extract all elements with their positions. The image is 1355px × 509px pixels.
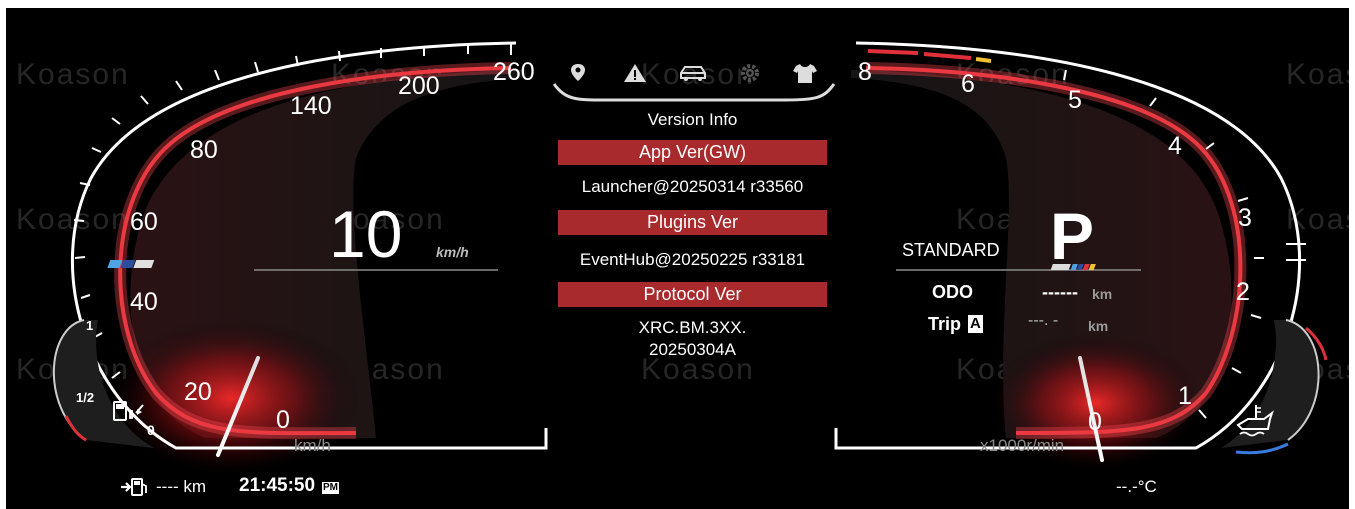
tab-navigation[interactable] [563,60,593,86]
rpm-tick-4: 4 [1168,132,1182,160]
clock-ampm: PM [322,482,339,494]
trip-badge: A [968,315,983,333]
rpm-tick-8: 8 [858,58,872,86]
car-icon [680,66,706,81]
speed-scale-unit: km/h [294,436,331,455]
trip-unit: km [1088,318,1109,334]
speed-readout-unit: km/h [436,244,469,260]
plugins-ver-button[interactable]: Plugins Ver [558,210,827,235]
fuel-empty-label: 0 [147,422,155,438]
fuel-range-icon [121,478,147,496]
protocol-ver-value-line1: XRC.BM.3XX. [638,318,747,337]
fuel-full-label: 1 [86,318,94,333]
version-info-title: Version Info [647,110,738,129]
fuel-range: ---- km [156,477,207,496]
protocol-ver-value-line2: 20250304A [649,340,736,359]
tab-settings[interactable] [735,60,765,86]
trip-label: Trip [928,314,962,334]
trip-value: ---. - [1028,312,1059,329]
tab-personal[interactable] [790,60,820,86]
app-ver-value: Launcher@20250314 r33560 [581,177,804,196]
speed-tick-0: 0 [276,406,290,434]
speed-tick-20: 20 [184,378,212,406]
rpm-tick-0: 0 [1088,408,1102,436]
rpm-unit: x1000r/min [980,436,1065,455]
rpm-tick-3: 3 [1238,204,1252,232]
warning-icon [624,64,646,82]
odo-value: ------ [1042,282,1078,302]
instrument-cluster: Koason Koason Koason Koason Koason Koaso… [6,8,1349,509]
tacho-redline [867,49,992,63]
odo-unit: km [1092,286,1113,302]
speed-tick-40: 40 [130,288,158,316]
protocol-ver-button[interactable]: Protocol Ver [558,282,827,307]
fuel-half-label: 1/2 [76,390,95,405]
speed-tick-140: 140 [290,92,332,120]
oil-temperature-icon [1236,405,1274,437]
shirt-icon [793,64,817,83]
plugins-ver-value: EventHub@20250225 r33181 [579,250,806,269]
m-logo [107,260,155,268]
tab-warnings[interactable] [620,60,650,86]
rpm-tick-2: 2 [1236,278,1250,306]
speed-tick-60: 60 [130,208,158,236]
rpm-tick-5: 5 [1068,86,1082,114]
rpm-tick-1: 1 [1178,382,1192,410]
tab-vehicle[interactable] [678,60,708,86]
odo-label: ODO [932,282,974,302]
speed-readout: 10 [329,197,403,271]
rpm-tick-6: 6 [961,70,975,98]
location-pin-icon [571,64,585,81]
tab-bar-arc [552,83,836,102]
clock: 21:45:50 [239,475,316,496]
fuel-pump-icon [113,401,142,421]
app-ver-button[interactable]: App Ver(GW) [558,140,827,165]
drive-mode: STANDARD [902,240,1000,260]
gear-icon [741,64,759,82]
speed-tick-80: 80 [190,136,218,164]
gear-indicator: P [1050,199,1095,273]
outside-temperature: --.-°C [1116,477,1157,496]
speed-tick-260: 260 [493,58,535,86]
speed-tick-200: 200 [398,72,440,100]
